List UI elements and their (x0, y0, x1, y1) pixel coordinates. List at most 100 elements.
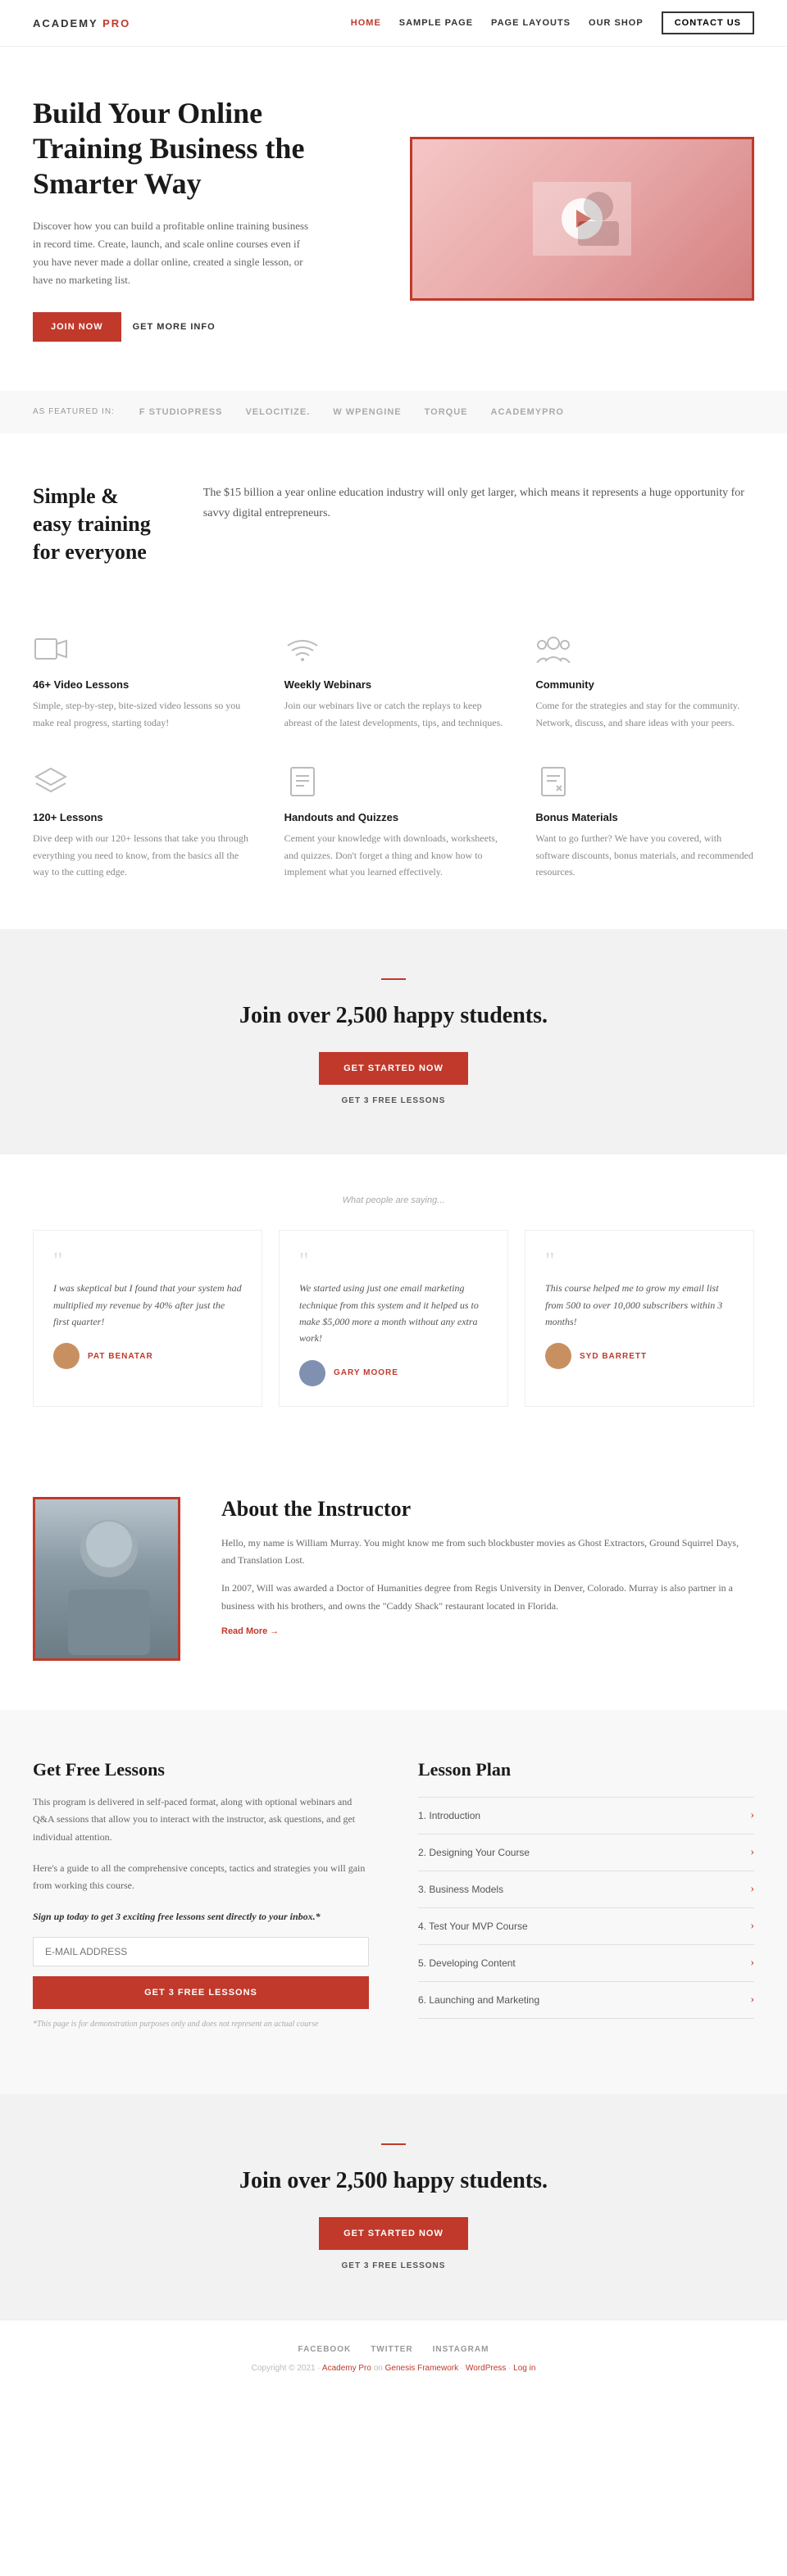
hero-image (410, 137, 754, 301)
lesson-1-arrow: › (750, 1846, 754, 1859)
lessons-section: Get Free Lessons This program is deliver… (0, 1710, 787, 2095)
lesson-4-title: Developing Content (429, 1957, 515, 1969)
featured-logo-3: TORQUE (425, 407, 468, 417)
feature-handouts: Handouts and Quizzes Cement your knowled… (284, 764, 503, 880)
testimonial-text-2: This course helped me to grow my email l… (545, 1280, 734, 1330)
author-name-1: GARY MOORE (334, 1368, 398, 1377)
lesson-1-label: 2. Designing Your Course (418, 1847, 530, 1858)
logo-accent: PRO (102, 17, 130, 29)
lesson-plan-heading: Lesson Plan (418, 1759, 754, 1780)
intro-heading: Simple & easy training for everyone (33, 483, 154, 565)
feature-video-title: 46+ Video Lessons (33, 678, 252, 691)
lesson-3-number: 4. (418, 1921, 426, 1932)
nav-links: HOME SAMPLE PAGE PAGE LAYOUTS OUR SHOP C… (351, 11, 754, 34)
instructor-image (33, 1497, 180, 1661)
instructor-body-1: Hello, my name is William Murray. You mi… (221, 1535, 754, 1570)
nav-home[interactable]: HOME (351, 18, 381, 28)
lessons-inner: Get Free Lessons This program is deliver… (33, 1759, 754, 2046)
free-lessons-area: Get Free Lessons This program is deliver… (33, 1759, 369, 2046)
cta-divider-2 (381, 2143, 406, 2145)
avatar-0 (53, 1343, 80, 1369)
get-more-info-button[interactable]: GET MORE INFO (133, 322, 216, 332)
nav-shop[interactable]: OUR SHOP (589, 18, 644, 28)
testimonial-text-1: We started using just one email marketin… (299, 1280, 488, 1347)
navbar: ACADEMY PRO HOME SAMPLE PAGE PAGE LAYOUT… (0, 0, 787, 47)
lesson-2-number: 3. (418, 1884, 426, 1895)
lesson-item-5[interactable]: 6. Launching and Marketing › (418, 1982, 754, 2019)
hero-section: Build Your Online Training Business the … (0, 47, 787, 391)
free-lessons-link-1[interactable]: GET 3 FREE LESSONS (33, 1096, 754, 1105)
featured-logo-2: W WPengine (333, 407, 401, 417)
footer-instagram[interactable]: INSTAGRAM (433, 2345, 489, 2354)
instructor-content: About the Instructor Hello, my name is W… (221, 1497, 754, 1638)
lesson-1-number: 2. (418, 1847, 426, 1858)
wifi-icon (284, 631, 321, 667)
free-lessons-body-2: Here's a guide to all the comprehensive … (33, 1860, 369, 1895)
lesson-2-arrow: › (750, 1883, 754, 1896)
site-logo: ACADEMY PRO (33, 17, 130, 29)
testimonial-1: " We started using just one email market… (279, 1230, 508, 1407)
read-more-link[interactable]: Read More → (221, 1626, 279, 1636)
instructor-section: About the Instructor Hello, my name is W… (0, 1448, 787, 1710)
featured-logo-0: F STUDIOPRESS (139, 407, 223, 417)
footer-link-wp[interactable]: WordPress (466, 2364, 506, 2373)
lesson-item-1[interactable]: 2. Designing Your Course › (418, 1834, 754, 1871)
lesson-2-title: Business Models (429, 1884, 503, 1895)
features-section: 46+ Video Lessons Simple, step-by-step, … (0, 615, 787, 929)
lesson-3-arrow: › (750, 1920, 754, 1933)
free-lessons-link-2[interactable]: GET 3 FREE LESSONS (33, 2261, 754, 2270)
lesson-item-3[interactable]: 4. Test Your MVP Course › (418, 1908, 754, 1945)
lesson-3-label: 4. Test Your MVP Course (418, 1921, 528, 1932)
featured-logos: F STUDIOPRESS VELOCITIZE. W WPengine TOR… (139, 407, 564, 417)
instructor-photo (35, 1499, 178, 1658)
lesson-item-0[interactable]: 1. Introduction › (418, 1797, 754, 1834)
avatar-1 (299, 1360, 325, 1386)
nav-layouts[interactable]: PAGE LAYOUTS (491, 18, 571, 28)
lesson-4-number: 5. (418, 1957, 426, 1969)
cta-section-2: Join over 2,500 happy students. GET STAR… (0, 2094, 787, 2320)
hero-bg-graphic (533, 182, 631, 256)
featured-logo-1: VELOCITIZE. (245, 407, 310, 417)
testimonial-0: " I was skeptical but I found that your … (33, 1230, 262, 1407)
footer-twitter[interactable]: TWITTER (371, 2345, 412, 2354)
footer-link-academy[interactable]: Academy Pro (322, 2364, 371, 2373)
footer-link-login[interactable]: Log in (513, 2364, 535, 2373)
intro-section: Simple & easy training for everyone The … (0, 433, 787, 615)
email-input[interactable] (33, 1937, 369, 1966)
author-name-2: SYD BARRETT (580, 1352, 647, 1361)
join-now-button[interactable]: JOIN NOW (33, 312, 121, 342)
get-free-lessons-button[interactable]: GET 3 FREE LESSONS (33, 1976, 369, 2009)
lesson-item-4[interactable]: 5. Developing Content › (418, 1945, 754, 1982)
lesson-4-arrow: › (750, 1957, 754, 1970)
testimonials-label: What people are saying... (33, 1195, 754, 1205)
feature-community: Community Come for the strategies and st… (535, 631, 754, 731)
intro-heading-area: Simple & easy training for everyone (33, 483, 154, 565)
feature-bonus-desc: Want to go further? We have you covered,… (535, 830, 754, 880)
contact-button[interactable]: CONTACT US (662, 11, 754, 34)
intro-body: The $15 billion a year online education … (203, 483, 754, 524)
footer-facebook[interactable]: FACEBOOK (298, 2345, 352, 2354)
feature-video: 46+ Video Lessons Simple, step-by-step, … (33, 631, 252, 731)
community-icon (535, 631, 571, 667)
hero-buttons: JOIN NOW GET MORE INFO (33, 312, 377, 342)
get-started-button-1[interactable]: GET STARTED NOW (319, 1052, 468, 1085)
cta-divider (381, 978, 406, 980)
lesson-5-title: Launching and Marketing (429, 1994, 539, 2006)
lesson-3-title: Test Your MVP Course (429, 1921, 528, 1932)
feature-lessons-title: 120+ Lessons (33, 811, 252, 823)
testimonial-author-1: GARY MOORE (299, 1360, 488, 1386)
author-name-0: PAT BENATAR (88, 1352, 153, 1361)
get-started-button-2[interactable]: GET STARTED NOW (319, 2217, 468, 2250)
lesson-0-arrow: › (750, 1809, 754, 1822)
footer: FACEBOOK TWITTER INSTAGRAM Copyright © 2… (0, 2320, 787, 2397)
testimonial-2: " This course helped me to grow my email… (525, 1230, 754, 1407)
feature-community-title: Community (535, 678, 754, 691)
quote-mark-2: " (545, 1250, 734, 1273)
nav-sample[interactable]: SAMPLE PAGE (399, 18, 473, 28)
hero-description: Discover how you can build a profitable … (33, 217, 312, 289)
cta-heading: Join over 2,500 happy students. (33, 1003, 754, 1029)
footer-link-genesis[interactable]: Genesis Framework (385, 2364, 458, 2373)
lesson-item-2[interactable]: 3. Business Models › (418, 1871, 754, 1908)
footer-copyright: Copyright © 2021 · Academy Pro on Genesi… (33, 2364, 754, 2373)
testimonials-grid: " I was skeptical but I found that your … (33, 1230, 754, 1407)
